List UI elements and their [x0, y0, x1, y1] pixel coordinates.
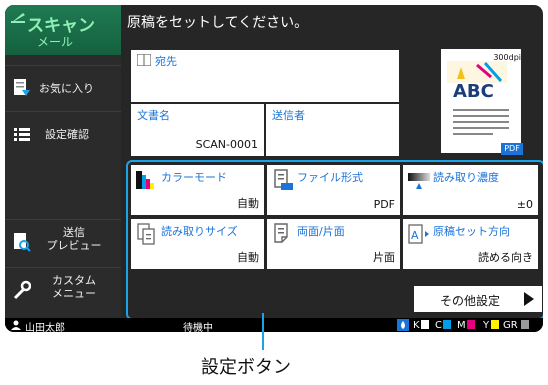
sender-label: 送信者 — [272, 109, 305, 122]
scan-preview: 300dpi ABC PDF — [425, 45, 537, 155]
color-swatch-icon — [447, 61, 507, 83]
sidebar: スキャン メール お気に入り 設定確認 送信 プレビュー カスタム メニュー — [5, 5, 121, 319]
callout-line — [262, 313, 264, 350]
button-label: 原稿セット方向 — [433, 225, 510, 238]
toner-k-level — [421, 320, 429, 329]
ink-drop-icon — [397, 319, 409, 331]
format-badge: PDF — [501, 143, 523, 155]
scan-size-icon — [137, 223, 155, 245]
button-value: 読める向き — [478, 251, 533, 264]
user-icon — [11, 320, 21, 330]
file-format-button[interactable]: ファイル形式 PDF — [267, 165, 400, 215]
sidebar-item-label: お気に入り — [39, 82, 94, 95]
other-settings-label: その他設定 — [440, 294, 501, 308]
preview-text: ABC — [453, 81, 494, 102]
user-name: 山田太郎 — [25, 323, 65, 332]
button-value: 自動 — [237, 197, 259, 210]
document-name-field[interactable]: 文書名 SCAN-0001 — [131, 104, 264, 156]
settings-panel: カラーモード 自動 ファイル形式 PDF 読み取り濃度 ±0 読み取りサイズ 自… — [126, 160, 543, 320]
svg-text:A: A — [411, 229, 419, 242]
toner-y-level — [491, 320, 499, 329]
button-label: 読み取りサイズ — [161, 225, 238, 238]
sidebar-item-label: カスタム メニュー — [52, 274, 96, 300]
sidebar-item-label: 送信 プレビュー — [46, 226, 102, 252]
button-value: 自動 — [237, 251, 259, 264]
orientation-icon: A — [408, 224, 429, 244]
orientation-button[interactable]: A 原稿セット方向 読める向き — [403, 219, 538, 269]
document-name-value: SCAN-0001 — [195, 138, 258, 151]
toner-c-level — [443, 320, 451, 329]
button-label: 両面/片面 — [297, 225, 345, 238]
sidebar-item-settings-check[interactable]: 設定確認 — [5, 111, 121, 156]
list-icon — [14, 128, 30, 141]
toner-c-label: C — [435, 320, 442, 331]
toner-y-label: Y — [483, 320, 490, 331]
app-header[interactable]: スキャン メール — [5, 5, 121, 55]
page-title: 原稿をセットしてください。 — [127, 15, 309, 31]
button-label: カラーモード — [161, 171, 227, 184]
preview-icon — [14, 233, 31, 252]
destination-field[interactable]: 宛先 — [131, 50, 399, 102]
button-label: ファイル形式 — [297, 171, 363, 184]
device-screen: スキャン メール お気に入り 設定確認 送信 プレビュー カスタム メニュー 原… — [5, 5, 543, 332]
sidebar-item-favorites[interactable]: お気に入り — [5, 65, 121, 110]
text-lines-icon — [453, 109, 509, 135]
callout-label: 設定ボタン — [201, 357, 291, 378]
toner-m-level — [467, 320, 475, 329]
status-bar: 山田太郎 待機中 K C M Y GR — [5, 318, 543, 332]
chevron-right-icon — [524, 292, 534, 306]
wrench-icon — [13, 280, 31, 300]
toner-k-label: K — [413, 320, 420, 331]
button-value: PDF — [373, 198, 395, 211]
sidebar-item-custom-menu[interactable]: カスタム メニュー — [5, 267, 121, 314]
button-value: 片面 — [373, 251, 395, 264]
button-value: ±0 — [516, 198, 533, 211]
app-subtitle: メール — [37, 35, 74, 49]
scan-density-icon — [408, 173, 430, 189]
file-format-icon — [274, 169, 293, 190]
toner-gr-label: GR — [503, 320, 518, 331]
toner-gr-level — [521, 320, 529, 329]
duplex-button[interactable]: 両面/片面 片面 — [267, 219, 400, 269]
address-book-icon — [137, 54, 151, 66]
color-mode-button[interactable]: カラーモード 自動 — [131, 165, 264, 215]
scan-arrow-icon — [11, 13, 25, 23]
color-mode-icon — [136, 171, 154, 189]
sender-field[interactable]: 送信者 — [266, 104, 399, 156]
device-state: 待機中 — [183, 323, 213, 332]
scan-size-button[interactable]: 読み取りサイズ 自動 — [131, 219, 264, 269]
other-settings-button[interactable]: その他設定 — [414, 286, 542, 312]
toner-m-label: M — [457, 320, 466, 331]
scan-density-button[interactable]: 読み取り濃度 ±0 — [403, 165, 538, 215]
sidebar-item-send-preview[interactable]: 送信 プレビュー — [5, 219, 121, 265]
document-name-label: 文書名 — [137, 109, 170, 122]
button-label: 読み取り濃度 — [433, 171, 499, 184]
duplex-icon — [274, 223, 288, 243]
destination-label: 宛先 — [155, 55, 177, 68]
sidebar-item-label: 設定確認 — [45, 128, 89, 141]
favorites-icon — [14, 79, 30, 96]
